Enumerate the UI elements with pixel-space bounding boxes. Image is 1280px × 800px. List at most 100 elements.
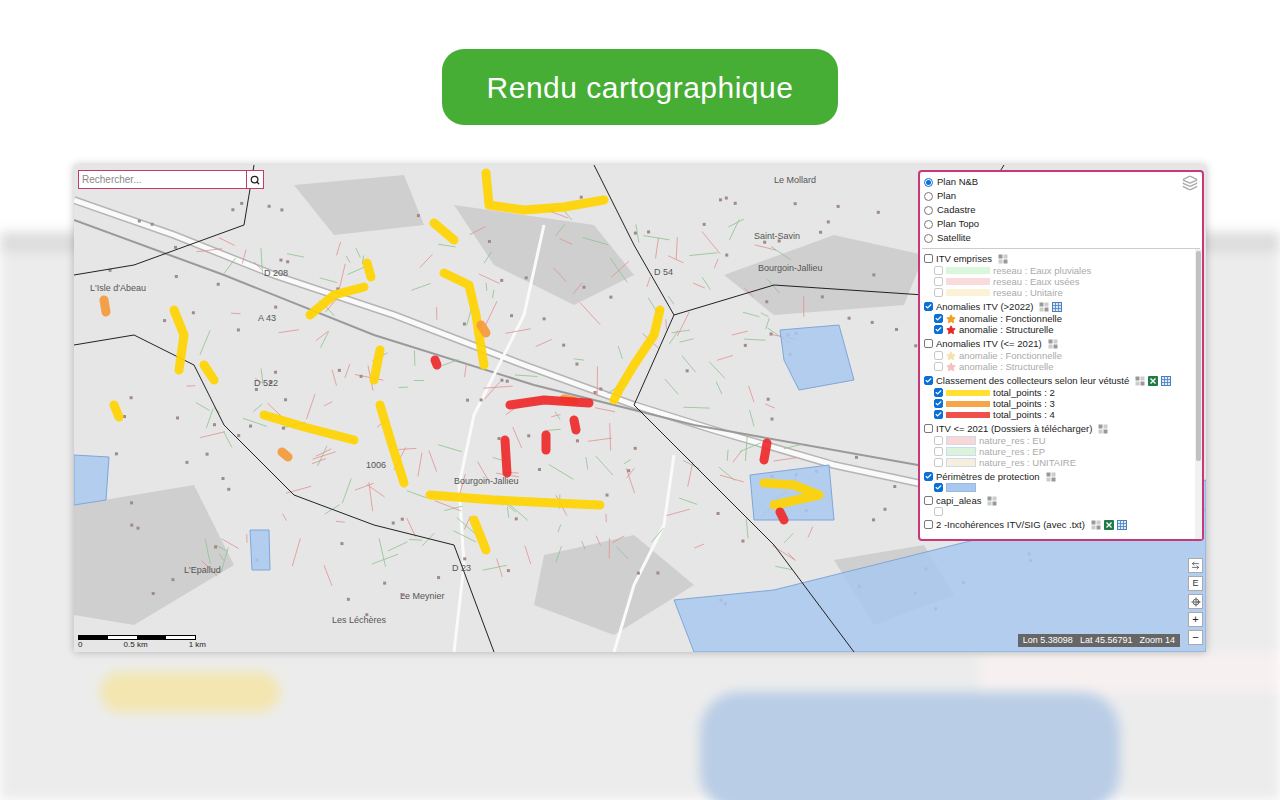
collector[interactable] — [505, 440, 507, 473]
checkbox[interactable] — [924, 254, 933, 263]
legend-item[interactable]: nature_res : UNITAIRE — [924, 457, 1191, 468]
grid-icon[interactable] — [987, 496, 997, 506]
collector[interactable] — [574, 420, 576, 430]
collector[interactable] — [434, 223, 454, 240]
protection-perimeter[interactable] — [780, 325, 854, 390]
checkbox[interactable] — [934, 507, 943, 516]
layer-row[interactable]: Anomalies ITV (<= 2021) — [924, 337, 1191, 350]
basemap-option[interactable]: Cadastre — [924, 203, 1198, 217]
checkbox[interactable] — [934, 483, 943, 492]
collector[interactable] — [542, 435, 551, 450]
collector[interactable] — [474, 520, 486, 550]
radio[interactable] — [924, 206, 933, 215]
checkbox[interactable] — [934, 351, 943, 360]
search-input[interactable] — [79, 171, 246, 188]
legend-item[interactable]: anomalie : Structurelle — [924, 361, 1191, 372]
collector[interactable] — [430, 495, 600, 505]
collector[interactable] — [444, 273, 484, 365]
collector[interactable] — [510, 400, 589, 405]
layer-row[interactable]: capi_aleas — [924, 494, 1191, 507]
collector[interactable] — [114, 405, 119, 417]
layer-row[interactable]: ITV <= 2021 (Dossiers à télécharger) — [924, 422, 1191, 435]
checkbox[interactable] — [924, 302, 933, 311]
collector[interactable] — [374, 350, 380, 380]
basemap-option[interactable]: Satellite — [924, 231, 1198, 245]
swap-button[interactable] — [1188, 558, 1203, 573]
collector[interactable] — [204, 365, 214, 380]
layers-icon[interactable] — [1182, 175, 1198, 191]
collector[interactable] — [435, 360, 437, 365]
legend-item[interactable]: nature_res : EP — [924, 446, 1191, 457]
checkbox[interactable] — [934, 388, 943, 397]
grid-icon[interactable] — [1046, 472, 1056, 482]
grid-icon[interactable] — [998, 254, 1008, 264]
legend-item[interactable] — [924, 507, 1191, 516]
grid-icon[interactable] — [1098, 424, 1108, 434]
layer-row[interactable]: Périmètres de protection — [924, 470, 1191, 483]
excel-icon[interactable] — [1148, 376, 1158, 386]
search-button[interactable] — [246, 171, 263, 188]
checkbox[interactable] — [934, 362, 943, 371]
edit-button[interactable]: E — [1188, 576, 1203, 591]
basemap-option[interactable]: Plan — [924, 189, 1198, 203]
layer-row[interactable]: Classement des collecteurs selon leur vé… — [924, 374, 1191, 387]
checkbox[interactable] — [924, 496, 933, 505]
checkbox[interactable] — [934, 266, 943, 275]
layer-row[interactable]: 2 -Incohérences ITV/SIG (avec .txt) — [924, 518, 1191, 531]
basemap-option[interactable]: Plan N&B — [924, 175, 1198, 189]
legend-item[interactable]: anomalie : Structurelle — [924, 324, 1191, 335]
layer-row[interactable]: Anomalies ITV (>2022) — [924, 300, 1191, 313]
collector[interactable] — [764, 443, 767, 460]
checkbox[interactable] — [934, 410, 943, 419]
protection-perimeter[interactable] — [250, 530, 270, 570]
radio[interactable] — [924, 220, 933, 229]
checkbox[interactable] — [924, 339, 933, 348]
collector[interactable] — [764, 483, 819, 505]
legend-item[interactable]: reseau : Eaux pluviales — [924, 265, 1191, 276]
collector[interactable] — [264, 415, 354, 440]
legend-item[interactable]: reseau : Eaux usées — [924, 276, 1191, 287]
checkbox[interactable] — [924, 424, 933, 433]
locate-button[interactable] — [1188, 594, 1203, 609]
checkbox[interactable] — [934, 314, 943, 323]
checkbox[interactable] — [924, 376, 933, 385]
table-icon[interactable] — [1117, 520, 1127, 530]
legend-item[interactable]: anomalie : Fonctionnelle — [924, 313, 1191, 324]
banner-button[interactable]: Rendu cartographique — [442, 49, 838, 125]
basemap-option[interactable]: Plan Topo — [924, 217, 1198, 231]
collector[interactable] — [486, 173, 604, 210]
table-icon[interactable] — [1161, 376, 1171, 386]
grid-icon[interactable] — [1048, 339, 1058, 349]
checkbox[interactable] — [934, 325, 943, 334]
collector[interactable] — [174, 310, 184, 370]
legend-item[interactable]: reseau : Unitaire — [924, 287, 1191, 298]
checkbox[interactable] — [924, 472, 933, 481]
checkbox[interactable] — [934, 436, 943, 445]
radio[interactable] — [924, 178, 933, 187]
layer-row[interactable]: ITV emprises — [924, 252, 1191, 265]
grid-icon[interactable] — [1135, 376, 1145, 386]
legend-item[interactable]: total_points : 3 — [924, 398, 1191, 409]
radio[interactable] — [924, 192, 933, 201]
checkbox[interactable] — [934, 447, 943, 456]
legend-item[interactable]: nature_res : EU — [924, 435, 1191, 446]
legend-item[interactable]: anomalie : Fonctionnelle — [924, 350, 1191, 361]
legend-item[interactable]: total_points : 2 — [924, 387, 1191, 398]
checkbox[interactable] — [924, 520, 933, 529]
grid-icon[interactable] — [1039, 302, 1049, 312]
checkbox[interactable] — [934, 399, 943, 408]
legend-item[interactable] — [924, 483, 1191, 492]
grid-icon[interactable] — [1091, 520, 1101, 530]
collector[interactable] — [367, 263, 371, 277]
protection-perimeter[interactable] — [750, 465, 834, 520]
collector[interactable] — [481, 325, 486, 333]
scrollbar[interactable] — [1195, 249, 1202, 539]
legend-item[interactable]: total_points : 4 — [924, 409, 1191, 420]
checkbox[interactable] — [934, 288, 943, 297]
collector[interactable] — [104, 300, 106, 312]
collector[interactable] — [282, 452, 288, 457]
collector[interactable] — [310, 287, 364, 315]
zoom-in-button[interactable]: + — [1188, 612, 1203, 627]
checkbox[interactable] — [934, 458, 943, 467]
protection-perimeter[interactable] — [74, 455, 109, 505]
